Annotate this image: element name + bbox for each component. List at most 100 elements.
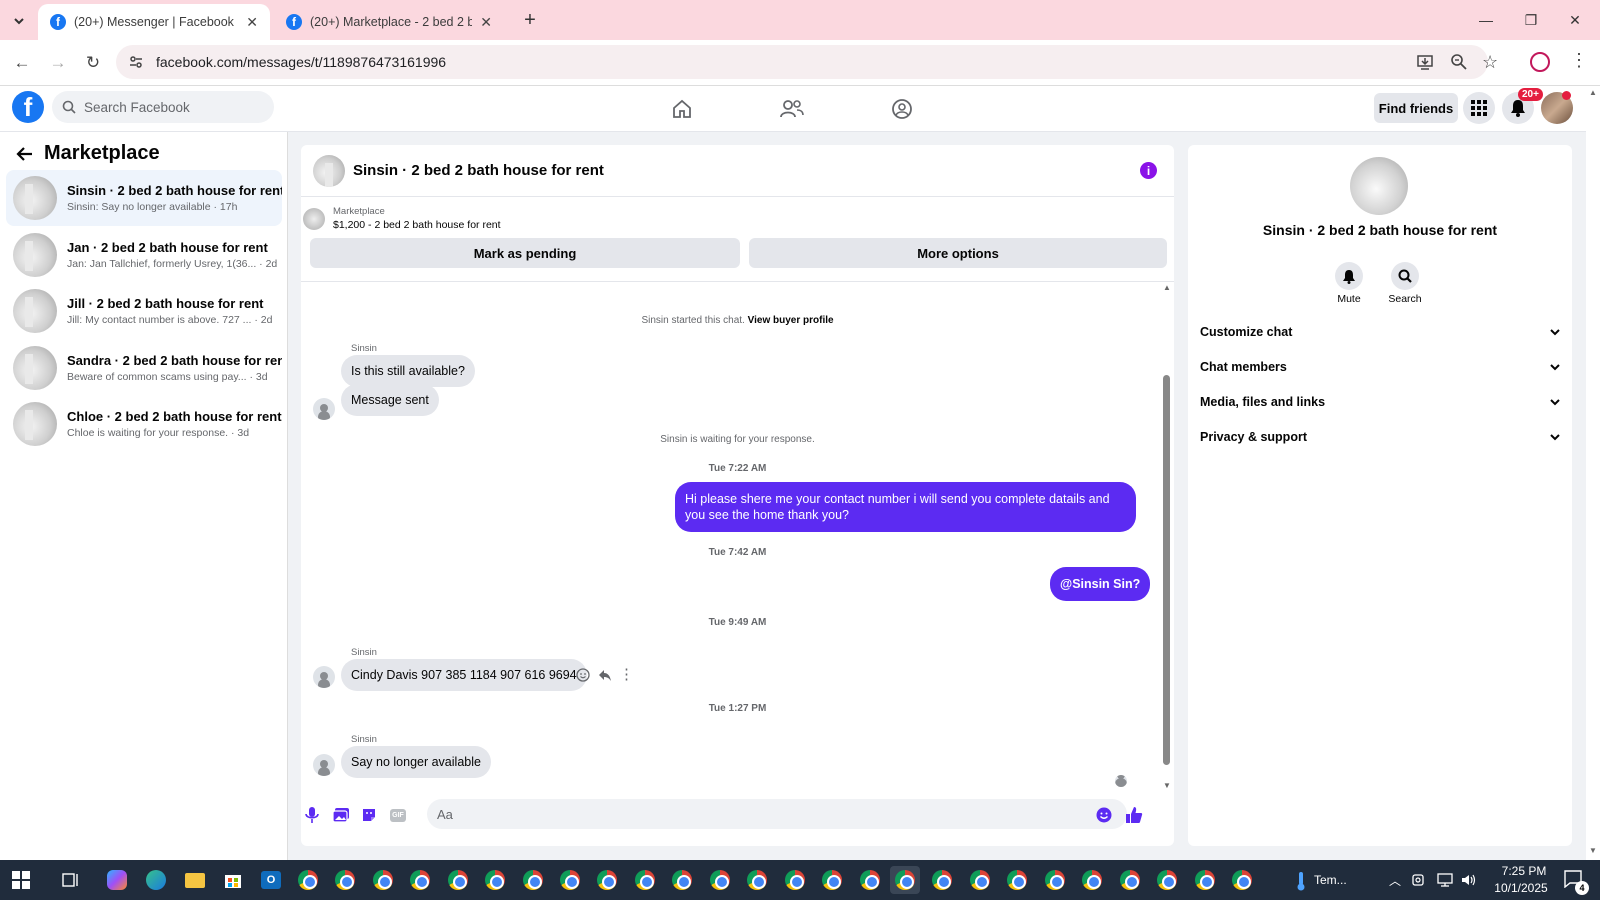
new-tab-button[interactable]: + <box>518 8 542 32</box>
weather-thermometer-icon[interactable] <box>1296 871 1306 891</box>
address-bar[interactable]: facebook.com/messages/t/1189876473161996 <box>116 45 1488 79</box>
chrome-taskbar-icon[interactable] <box>742 866 772 894</box>
chrome-taskbar-icon-active[interactable] <box>890 866 920 894</box>
chrome-taskbar-icon[interactable] <box>480 866 510 894</box>
message-scrollbar[interactable]: ▲ ▼ <box>1163 283 1171 793</box>
outlook-icon[interactable]: O <box>256 866 286 894</box>
more-options-button[interactable]: More options <box>749 238 1167 268</box>
groups-icon[interactable] <box>887 94 917 124</box>
chrome-taskbar-icon[interactable] <box>592 866 622 894</box>
chrome-taskbar-icon[interactable] <box>855 866 885 894</box>
chrome-taskbar-icon[interactable] <box>330 866 360 894</box>
facebook-logo[interactable]: f <box>12 91 44 123</box>
conversation-item[interactable]: Jan · 2 bed 2 bath house for rent Jan: J… <box>6 227 282 283</box>
microphone-icon[interactable] <box>301 804 323 826</box>
task-view-icon[interactable] <box>56 866 86 894</box>
back-button[interactable]: ← <box>10 51 34 75</box>
install-app-icon[interactable] <box>1416 53 1434 71</box>
microsoft-store-icon[interactable] <box>218 866 248 894</box>
back-arrow-icon[interactable] <box>16 146 34 162</box>
minimize-window-button[interactable]: — <box>1474 8 1498 32</box>
scroll-up-arrow-icon[interactable]: ▲ <box>1589 88 1597 97</box>
chrome-taskbar-icon[interactable] <box>1040 866 1070 894</box>
facebook-search-input[interactable]: Search Facebook <box>52 91 274 123</box>
react-emoji-icon[interactable] <box>576 668 590 682</box>
copilot-icon[interactable] <box>102 866 132 894</box>
bookmark-star-icon[interactable]: ☆ <box>1482 52 1498 73</box>
tab-search-chevron-icon[interactable] <box>8 10 30 32</box>
mark-as-pending-button[interactable]: Mark as pending <box>310 238 740 268</box>
chrome-taskbar-icon[interactable] <box>1190 866 1220 894</box>
incoming-message[interactable]: Message sent <box>341 384 439 416</box>
search-in-chat-icon[interactable] <box>1391 262 1419 290</box>
message-input[interactable]: Aa <box>427 799 1127 829</box>
weather-text[interactable]: Tem... <box>1314 873 1347 887</box>
conversation-item[interactable]: Chloe · 2 bed 2 bath house for rent Chlo… <box>6 396 282 452</box>
chat-title[interactable]: Sinsin · 2 bed 2 bath house for rent <box>353 162 604 179</box>
scrollbar-thumb[interactable] <box>1163 375 1170 765</box>
file-explorer-icon[interactable] <box>180 866 210 894</box>
emoji-icon[interactable] <box>1093 804 1115 826</box>
friends-icon[interactable] <box>777 94 807 124</box>
incoming-message[interactable]: Say no longer available <box>341 746 491 778</box>
conversation-item[interactable]: Sandra · 2 bed 2 bath house for rent Bew… <box>6 340 282 396</box>
thumbs-up-icon[interactable] <box>1123 804 1145 826</box>
outgoing-message[interactable]: @Sinsin Sin? <box>1050 567 1151 601</box>
chrome-taskbar-icon[interactable] <box>927 866 957 894</box>
scroll-down-arrow-icon[interactable]: ▼ <box>1589 846 1597 855</box>
chrome-taskbar-icon[interactable] <box>1227 866 1257 894</box>
menu-grid-icon[interactable] <box>1463 92 1495 124</box>
customize-chat-section[interactable]: Customize chat <box>1200 317 1560 347</box>
find-friends-button[interactable]: Find friends <box>1374 93 1458 123</box>
view-buyer-profile-link[interactable]: View buyer profile <box>748 315 834 326</box>
chrome-taskbar-icon[interactable] <box>817 866 847 894</box>
profile-icon[interactable] <box>1530 52 1550 72</box>
chrome-taskbar-icon[interactable] <box>1077 866 1107 894</box>
volume-icon[interactable] <box>1461 873 1477 887</box>
chrome-taskbar-icon[interactable] <box>555 866 585 894</box>
show-hidden-icons-chevron-icon[interactable]: ︿ <box>1389 872 1401 889</box>
conversation-item[interactable]: Sinsin · 2 bed 2 bath house for rent Sin… <box>6 170 282 226</box>
clock-time[interactable]: 7:25 PM <box>1492 864 1556 878</box>
chrome-taskbar-icon[interactable] <box>667 866 697 894</box>
chrome-taskbar-icon[interactable] <box>1002 866 1032 894</box>
zoom-icon[interactable] <box>1450 53 1468 71</box>
conversation-item[interactable]: Jill · 2 bed 2 bath house for rent Jill:… <box>6 283 282 339</box>
tab-close-icon[interactable]: ✕ <box>246 14 258 31</box>
network-icon[interactable] <box>1437 873 1453 887</box>
tab-messenger[interactable]: f (20+) Messenger | Facebook ✕ <box>38 4 270 40</box>
restore-window-button[interactable]: ❐ <box>1519 8 1543 32</box>
chrome-taskbar-icon[interactable] <box>405 866 435 894</box>
windows-start-icon[interactable] <box>6 866 36 894</box>
close-window-button[interactable]: ✕ <box>1563 8 1587 32</box>
chrome-taskbar-icon[interactable] <box>293 866 323 894</box>
sender-avatar[interactable] <box>313 754 335 776</box>
scroll-down-arrow-icon[interactable]: ▼ <box>1163 781 1171 790</box>
chrome-taskbar-icon[interactable] <box>780 866 810 894</box>
gif-icon[interactable]: GIF <box>387 804 409 826</box>
chrome-taskbar-icon[interactable] <box>1115 866 1145 894</box>
sender-avatar[interactable] <box>313 666 335 688</box>
listing-thumbnail[interactable] <box>303 207 325 230</box>
incoming-message[interactable]: Cindy Davis 907 385 1184 907 616 9694 <box>341 659 587 691</box>
tab-marketplace[interactable]: f (20+) Marketplace - 2 bed 2 ba ✕ <box>274 4 504 40</box>
page-scrollbar[interactable]: ▲ ▼ <box>1586 86 1600 860</box>
chrome-taskbar-icon[interactable] <box>1152 866 1182 894</box>
chrome-taskbar-icon[interactable] <box>368 866 398 894</box>
edge-browser-icon[interactable] <box>141 866 171 894</box>
browser-menu-icon[interactable]: ⋮ <box>1570 50 1588 71</box>
reload-button[interactable]: ↻ <box>81 51 105 75</box>
home-icon[interactable] <box>667 94 697 124</box>
privacy-support-section[interactable]: Privacy & support <box>1200 422 1560 452</box>
photo-icon[interactable] <box>330 804 352 826</box>
sender-avatar[interactable] <box>313 398 335 420</box>
clock-date[interactable]: 10/1/2025 <box>1486 881 1556 895</box>
more-actions-icon[interactable]: ⋮ <box>619 665 634 683</box>
chrome-taskbar-icon[interactable] <box>443 866 473 894</box>
listing-avatar[interactable] <box>1350 157 1408 215</box>
mute-bell-icon[interactable] <box>1335 262 1363 290</box>
listing-title[interactable]: $1,200 - 2 bed 2 bath house for rent <box>333 219 501 231</box>
forward-button[interactable]: → <box>46 51 70 75</box>
chrome-taskbar-icon[interactable] <box>630 866 660 894</box>
incoming-message[interactable]: Is this still available? <box>341 355 475 387</box>
